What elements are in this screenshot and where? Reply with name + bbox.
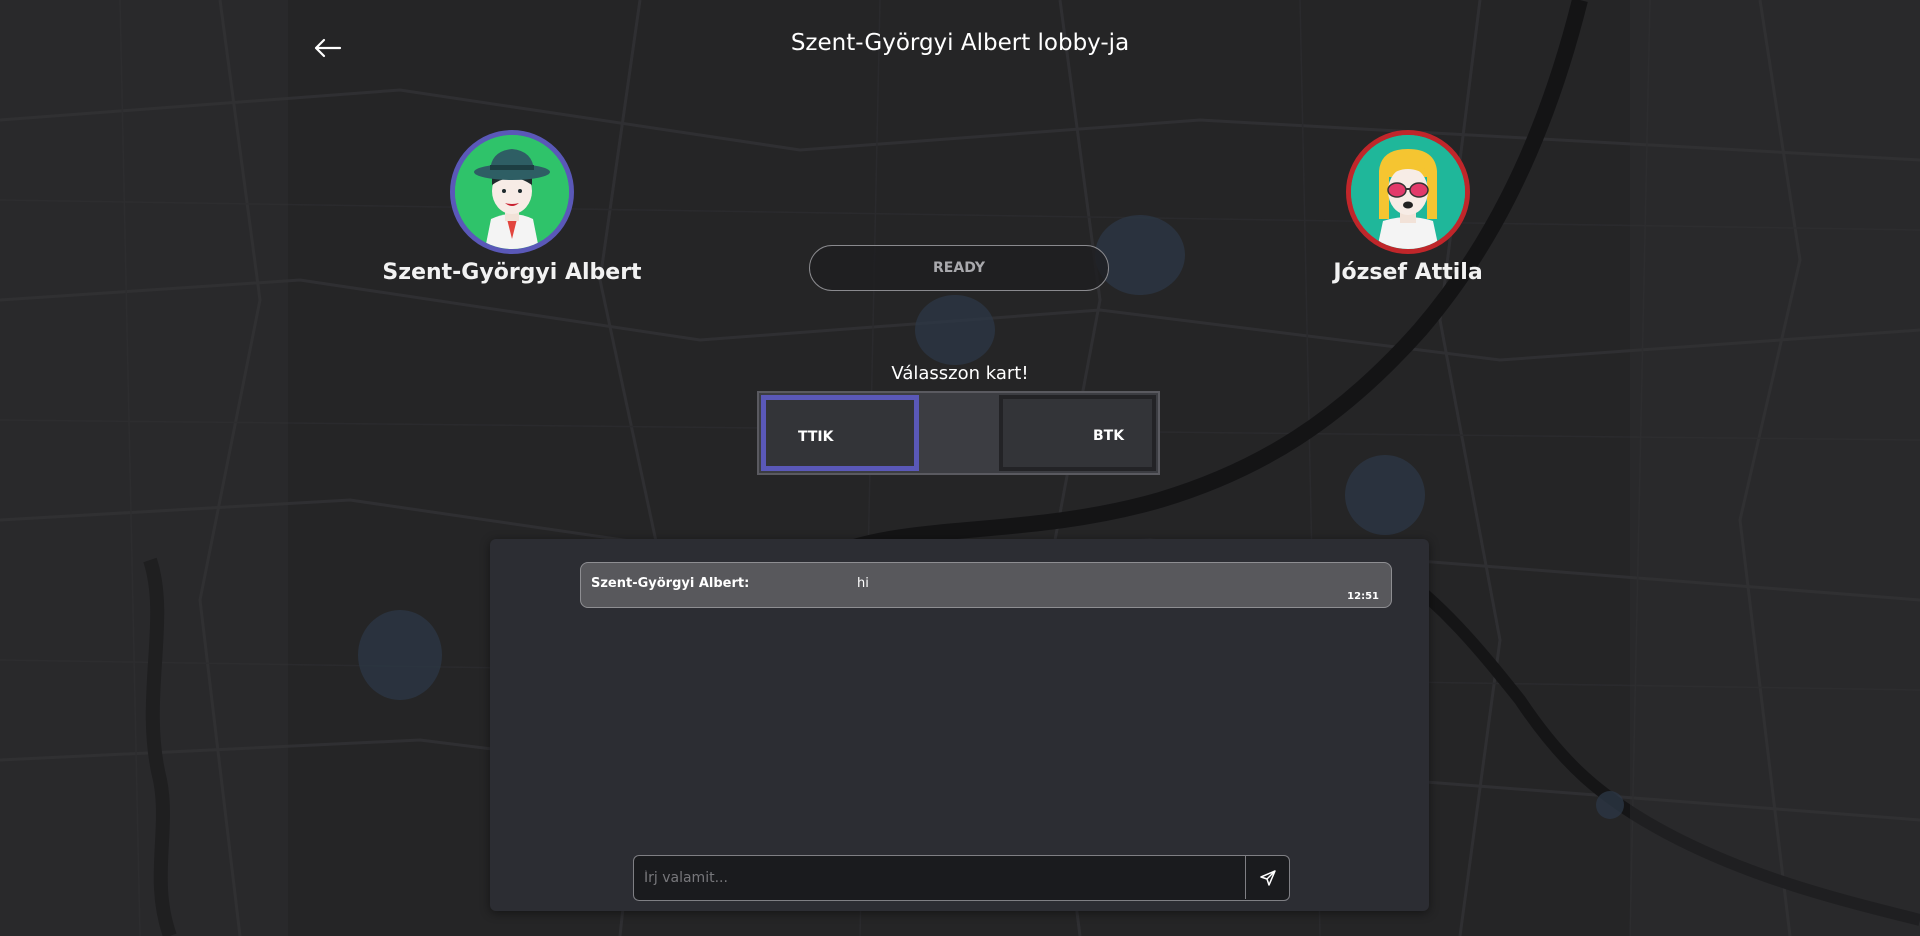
player-name: József Attila	[1333, 260, 1483, 285]
card-label: BTK	[1093, 428, 1125, 444]
lobby-screen: Szent-Györgyi Albert lobby-ja Szent-Györ…	[0, 0, 1920, 936]
avatar	[450, 130, 574, 254]
ready-button[interactable]: READY	[809, 245, 1109, 291]
card-picker: TTIK BTK	[757, 391, 1160, 475]
send-icon	[1259, 869, 1276, 886]
message-author: Szent-Györgyi Albert:	[591, 576, 750, 591]
chat-input-box	[633, 855, 1290, 901]
avatar	[1346, 130, 1470, 254]
card-label: TTIK	[798, 429, 834, 445]
message-time: 12:51	[1347, 591, 1379, 602]
avatar-hat-man-icon	[455, 135, 569, 249]
card-choice-prompt: Válasszon kart!	[891, 363, 1029, 384]
avatar-sunglasses-woman-icon	[1351, 135, 1465, 249]
player-name: Szent-Györgyi Albert	[382, 260, 642, 285]
message-text: hi	[857, 576, 869, 591]
card-option-btk[interactable]: BTK	[999, 395, 1156, 471]
player-right: József Attila	[1278, 130, 1538, 285]
send-button[interactable]	[1245, 856, 1289, 899]
chat-input[interactable]	[634, 856, 1242, 899]
chat-message: Szent-Györgyi Albert: hi 12:51	[580, 562, 1392, 608]
left-shade	[0, 0, 288, 936]
chat-panel: Szent-Györgyi Albert: hi 12:51	[490, 539, 1429, 911]
card-option-ttik[interactable]: TTIK	[761, 395, 919, 471]
right-shade	[1630, 0, 1920, 936]
player-left: Szent-Györgyi Albert	[382, 130, 642, 285]
page-title: Szent-Györgyi Albert lobby-ja	[790, 30, 1130, 56]
